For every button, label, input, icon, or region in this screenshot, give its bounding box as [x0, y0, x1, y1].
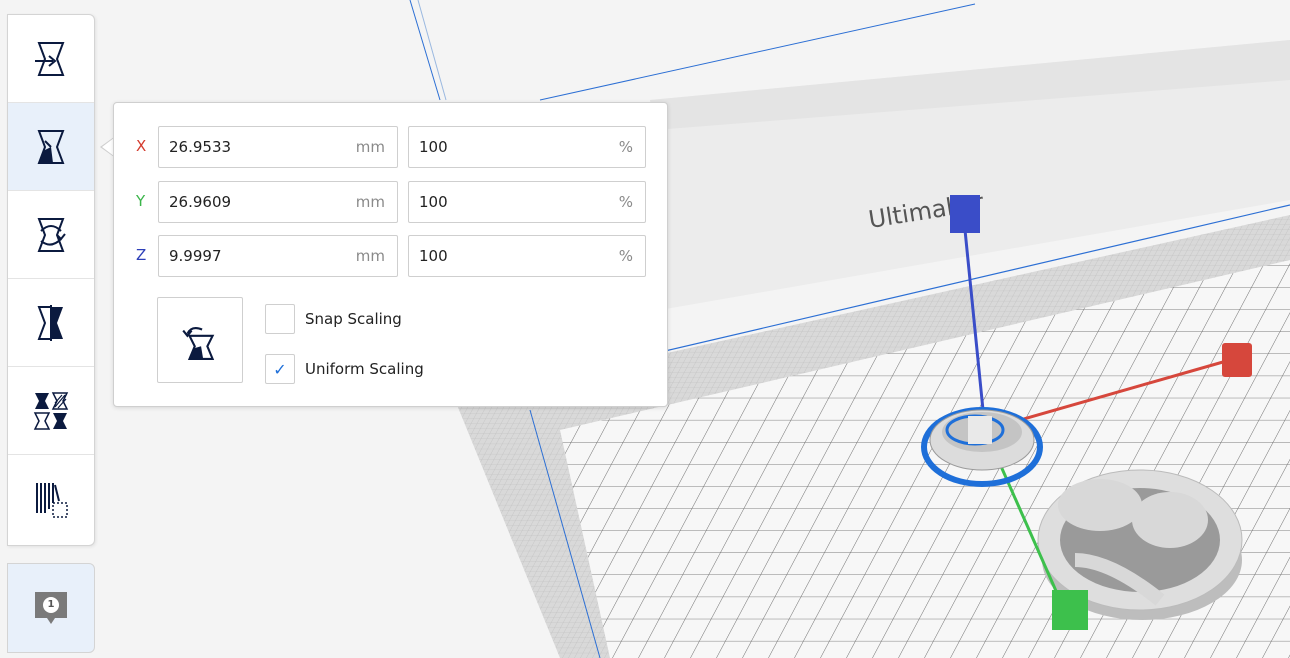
message-count: 1: [47, 599, 55, 610]
z-percent-value: 100: [419, 247, 448, 265]
y-handle: [1052, 590, 1088, 630]
y-percent-unit: %: [618, 193, 633, 211]
move-tool-button[interactable]: [8, 15, 94, 103]
uniform-scaling-checkbox[interactable]: ✓: [265, 354, 295, 384]
y-axis-row: Y 26.9609 mm 100 %: [114, 181, 667, 225]
x-percent-unit: %: [618, 138, 633, 156]
reset-scale-icon: [182, 327, 215, 360]
x-axis-label: X: [136, 137, 147, 155]
uniform-scaling-row[interactable]: ✓ Uniform Scaling: [265, 353, 424, 385]
z-percent-input[interactable]: 100 %: [408, 235, 646, 277]
y-mm-unit: mm: [355, 193, 385, 211]
checkmark-icon: ✓: [273, 359, 287, 379]
tool-bar: [7, 14, 95, 546]
z-mm-value: 9.9997: [169, 247, 222, 265]
x-percent-value: 100: [419, 138, 448, 156]
scale-icon: [37, 129, 65, 164]
z-axis-label: Z: [136, 246, 147, 264]
z-percent-unit: %: [618, 247, 633, 265]
y-percent-input[interactable]: 100 %: [408, 181, 646, 223]
x-mm-value: 26.9533: [169, 138, 232, 156]
rotate-tool-button[interactable]: [8, 191, 94, 279]
y-mm-input[interactable]: 26.9609 mm: [158, 181, 398, 223]
scale-tool-button[interactable]: [8, 103, 94, 191]
y-axis-label: Y: [136, 192, 146, 210]
x-mm-unit: mm: [355, 138, 385, 156]
z-mm-unit: mm: [355, 247, 385, 265]
snap-scaling-label: Snap Scaling: [305, 310, 402, 328]
z-axis-row: Z 9.9997 mm 100 %: [114, 235, 667, 279]
move-icon: [35, 41, 65, 76]
per-model-settings-icon: [33, 391, 69, 430]
z-mm-input[interactable]: 9.9997 mm: [158, 235, 398, 277]
support-blocker-tool-button[interactable]: [8, 455, 94, 543]
support-blocker-icon: [36, 483, 68, 518]
x-mm-input[interactable]: 26.9533 mm: [158, 126, 398, 168]
y-percent-value: 100: [419, 193, 448, 211]
x-handle: [1222, 343, 1252, 377]
rotate-icon: [37, 217, 66, 252]
uniform-scaling-label: Uniform Scaling: [305, 360, 424, 378]
messages-tab[interactable]: 1: [7, 563, 95, 653]
x-axis-row: X 26.9533 mm 100 %: [114, 126, 667, 170]
mirror-tool-button[interactable]: [8, 279, 94, 367]
z-handle: [950, 195, 980, 233]
reset-scale-button[interactable]: [157, 297, 243, 383]
snap-scaling-row[interactable]: Snap Scaling: [265, 303, 402, 335]
scale-panel: X 26.9533 mm 100 % Y 26.9609 mm 100 % Z …: [113, 102, 668, 407]
x-percent-input[interactable]: 100 %: [408, 126, 646, 168]
mirror-icon: [37, 304, 63, 341]
snap-scaling-checkbox[interactable]: [265, 304, 295, 334]
y-mm-value: 26.9609: [169, 193, 232, 211]
per-model-settings-tool-button[interactable]: [8, 367, 94, 455]
